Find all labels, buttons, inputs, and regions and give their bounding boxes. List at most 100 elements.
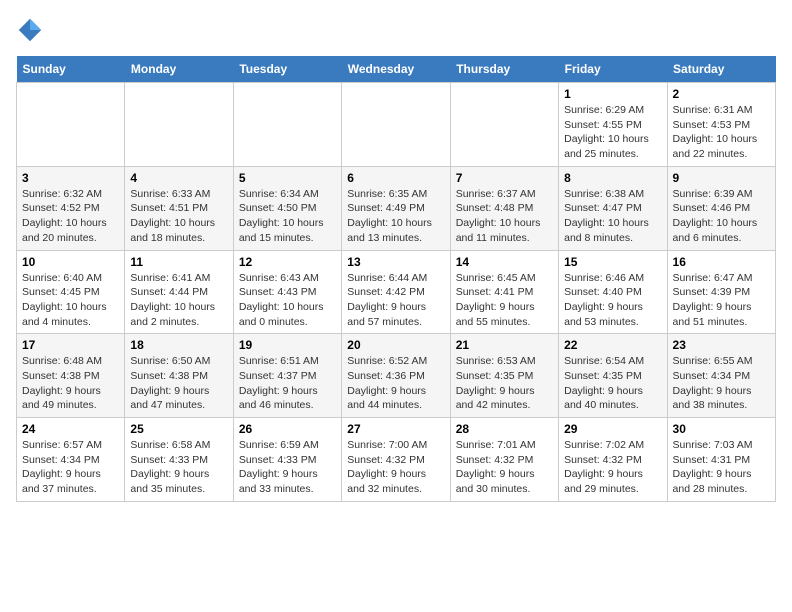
day-number: 29 <box>564 422 661 436</box>
day-info: Sunrise: 6:59 AM Sunset: 4:33 PM Dayligh… <box>239 438 336 497</box>
day-info: Sunrise: 6:39 AM Sunset: 4:46 PM Dayligh… <box>673 187 770 246</box>
day-number: 9 <box>673 171 770 185</box>
header-wednesday: Wednesday <box>342 56 450 83</box>
day-number: 2 <box>673 87 770 101</box>
week-row-5: 24 Sunrise: 6:57 AM Sunset: 4:34 PM Dayli… <box>17 418 776 502</box>
header-friday: Friday <box>559 56 667 83</box>
page-header <box>16 16 776 44</box>
calendar-cell: 1 Sunrise: 6:29 AM Sunset: 4:55 PM Daylig… <box>559 83 667 167</box>
header-sunday: Sunday <box>17 56 125 83</box>
calendar-cell: 7 Sunrise: 6:37 AM Sunset: 4:48 PM Daylig… <box>450 166 558 250</box>
calendar-header-row: SundayMondayTuesdayWednesdayThursdayFrid… <box>17 56 776 83</box>
calendar-cell: 25 Sunrise: 6:58 AM Sunset: 4:33 PM Dayli… <box>125 418 233 502</box>
day-number: 26 <box>239 422 336 436</box>
week-row-3: 10 Sunrise: 6:40 AM Sunset: 4:45 PM Dayli… <box>17 250 776 334</box>
day-info: Sunrise: 6:38 AM Sunset: 4:47 PM Dayligh… <box>564 187 661 246</box>
day-info: Sunrise: 6:47 AM Sunset: 4:39 PM Dayligh… <box>673 271 770 330</box>
day-info: Sunrise: 6:52 AM Sunset: 4:36 PM Dayligh… <box>347 354 444 413</box>
calendar-cell: 9 Sunrise: 6:39 AM Sunset: 4:46 PM Daylig… <box>667 166 775 250</box>
calendar-cell: 28Sunrise: 7:01 AM Sunset: 4:32 PM Dayli… <box>450 418 558 502</box>
day-info: Sunrise: 6:29 AM Sunset: 4:55 PM Dayligh… <box>564 103 661 162</box>
calendar-cell: 10 Sunrise: 6:40 AM Sunset: 4:45 PM Dayli… <box>17 250 125 334</box>
calendar-cell: 27 Sunrise: 7:00 AM Sunset: 4:32 PM Dayli… <box>342 418 450 502</box>
day-number: 20 <box>347 338 444 352</box>
calendar-cell: 4 Sunrise: 6:33 AM Sunset: 4:51 PM Daylig… <box>125 166 233 250</box>
calendar-cell <box>233 83 341 167</box>
day-info: Sunrise: 6:48 AM Sunset: 4:38 PM Dayligh… <box>22 354 119 413</box>
calendar-cell <box>17 83 125 167</box>
header-monday: Monday <box>125 56 233 83</box>
calendar-cell: 29 Sunrise: 7:02 AM Sunset: 4:32 PM Dayli… <box>559 418 667 502</box>
day-info: Sunrise: 6:54 AM Sunset: 4:35 PM Dayligh… <box>564 354 661 413</box>
calendar-cell <box>450 83 558 167</box>
calendar-cell: 3Sunrise: 6:32 AM Sunset: 4:52 PM Daylig… <box>17 166 125 250</box>
calendar-cell: 20 Sunrise: 6:52 AM Sunset: 4:36 PM Dayli… <box>342 334 450 418</box>
calendar-table: SundayMondayTuesdayWednesdayThursdayFrid… <box>16 56 776 502</box>
day-info: Sunrise: 7:01 AM Sunset: 4:32 PM Dayligh… <box>456 438 553 497</box>
header-tuesday: Tuesday <box>233 56 341 83</box>
calendar-cell: 14Sunrise: 6:45 AM Sunset: 4:41 PM Dayli… <box>450 250 558 334</box>
day-info: Sunrise: 6:35 AM Sunset: 4:49 PM Dayligh… <box>347 187 444 246</box>
day-info: Sunrise: 6:41 AM Sunset: 4:44 PM Dayligh… <box>130 271 227 330</box>
calendar-cell: 13Sunrise: 6:44 AM Sunset: 4:42 PM Dayli… <box>342 250 450 334</box>
calendar-cell: 2 Sunrise: 6:31 AM Sunset: 4:53 PM Daylig… <box>667 83 775 167</box>
day-number: 12 <box>239 255 336 269</box>
day-info: Sunrise: 6:55 AM Sunset: 4:34 PM Dayligh… <box>673 354 770 413</box>
day-info: Sunrise: 6:57 AM Sunset: 4:34 PM Dayligh… <box>22 438 119 497</box>
day-number: 22 <box>564 338 661 352</box>
day-number: 16 <box>673 255 770 269</box>
day-info: Sunrise: 6:37 AM Sunset: 4:48 PM Dayligh… <box>456 187 553 246</box>
day-number: 30 <box>673 422 770 436</box>
day-number: 8 <box>564 171 661 185</box>
calendar-cell <box>342 83 450 167</box>
day-number: 13 <box>347 255 444 269</box>
calendar-cell: 5Sunrise: 6:34 AM Sunset: 4:50 PM Daylig… <box>233 166 341 250</box>
calendar-cell: 21 Sunrise: 6:53 AM Sunset: 4:35 PM Dayli… <box>450 334 558 418</box>
calendar-cell: 16 Sunrise: 6:47 AM Sunset: 4:39 PM Dayli… <box>667 250 775 334</box>
day-info: Sunrise: 6:46 AM Sunset: 4:40 PM Dayligh… <box>564 271 661 330</box>
calendar-cell: 12 Sunrise: 6:43 AM Sunset: 4:43 PM Dayli… <box>233 250 341 334</box>
logo-icon <box>16 16 44 44</box>
day-info: Sunrise: 6:31 AM Sunset: 4:53 PM Dayligh… <box>673 103 770 162</box>
day-number: 23 <box>673 338 770 352</box>
day-number: 3 <box>22 171 119 185</box>
day-info: Sunrise: 6:33 AM Sunset: 4:51 PM Dayligh… <box>130 187 227 246</box>
day-info: Sunrise: 6:53 AM Sunset: 4:35 PM Dayligh… <box>456 354 553 413</box>
day-number: 27 <box>347 422 444 436</box>
logo <box>16 16 48 44</box>
week-row-4: 17Sunrise: 6:48 AM Sunset: 4:38 PM Dayli… <box>17 334 776 418</box>
calendar-cell: 11Sunrise: 6:41 AM Sunset: 4:44 PM Dayli… <box>125 250 233 334</box>
calendar-cell: 23 Sunrise: 6:55 AM Sunset: 4:34 PM Dayli… <box>667 334 775 418</box>
day-info: Sunrise: 6:43 AM Sunset: 4:43 PM Dayligh… <box>239 271 336 330</box>
day-number: 18 <box>130 338 227 352</box>
calendar-cell: 24 Sunrise: 6:57 AM Sunset: 4:34 PM Dayli… <box>17 418 125 502</box>
day-info: Sunrise: 6:40 AM Sunset: 4:45 PM Dayligh… <box>22 271 119 330</box>
calendar-cell: 26 Sunrise: 6:59 AM Sunset: 4:33 PM Dayli… <box>233 418 341 502</box>
calendar-cell: 22 Sunrise: 6:54 AM Sunset: 4:35 PM Dayli… <box>559 334 667 418</box>
day-info: Sunrise: 7:02 AM Sunset: 4:32 PM Dayligh… <box>564 438 661 497</box>
day-number: 7 <box>456 171 553 185</box>
calendar-cell: 8 Sunrise: 6:38 AM Sunset: 4:47 PM Daylig… <box>559 166 667 250</box>
calendar-cell: 17Sunrise: 6:48 AM Sunset: 4:38 PM Dayli… <box>17 334 125 418</box>
day-number: 10 <box>22 255 119 269</box>
header-thursday: Thursday <box>450 56 558 83</box>
day-info: Sunrise: 6:58 AM Sunset: 4:33 PM Dayligh… <box>130 438 227 497</box>
day-number: 15 <box>564 255 661 269</box>
day-number: 6 <box>347 171 444 185</box>
day-number: 5 <box>239 171 336 185</box>
header-saturday: Saturday <box>667 56 775 83</box>
day-number: 25 <box>130 422 227 436</box>
calendar-cell: 15 Sunrise: 6:46 AM Sunset: 4:40 PM Dayli… <box>559 250 667 334</box>
week-row-2: 3Sunrise: 6:32 AM Sunset: 4:52 PM Daylig… <box>17 166 776 250</box>
day-info: Sunrise: 7:00 AM Sunset: 4:32 PM Dayligh… <box>347 438 444 497</box>
day-info: Sunrise: 6:51 AM Sunset: 4:37 PM Dayligh… <box>239 354 336 413</box>
day-number: 4 <box>130 171 227 185</box>
day-number: 24 <box>22 422 119 436</box>
week-row-1: 1 Sunrise: 6:29 AM Sunset: 4:55 PM Daylig… <box>17 83 776 167</box>
calendar-cell <box>125 83 233 167</box>
day-number: 21 <box>456 338 553 352</box>
day-number: 1 <box>564 87 661 101</box>
calendar-cell: 18Sunrise: 6:50 AM Sunset: 4:38 PM Dayli… <box>125 334 233 418</box>
calendar-cell: 30Sunrise: 7:03 AM Sunset: 4:31 PM Dayli… <box>667 418 775 502</box>
day-number: 14 <box>456 255 553 269</box>
